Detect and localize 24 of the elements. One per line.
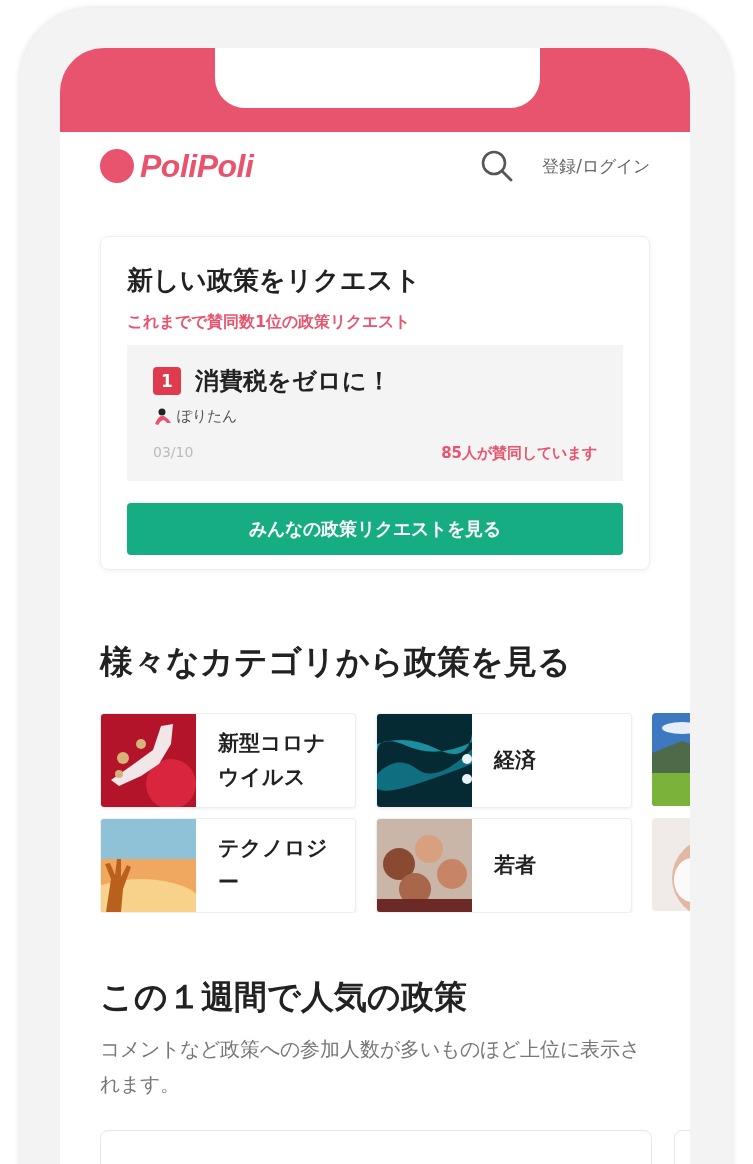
- category-label: 経済: [494, 746, 537, 774]
- category-label: テクノロジー: [218, 834, 329, 896]
- category-tile[interactable]: 若者: [376, 818, 632, 913]
- login-link[interactable]: 登録/ログイン: [542, 154, 650, 178]
- author-name: ぽりたん: [177, 407, 237, 426]
- logo[interactable]: PoliPoli: [140, 147, 254, 185]
- logo-dot-icon: [100, 149, 134, 183]
- section-title: この１週間で人気の政策: [100, 976, 468, 1018]
- category-label: 若者: [494, 851, 537, 879]
- category-tile[interactable]: テクノロジー: [100, 818, 356, 913]
- card-subtitle: これまでで賛同数1位の政策リクエスト: [127, 312, 412, 333]
- category-tile[interactable]: 新型コロナウイルス: [100, 713, 356, 808]
- user-avatar-icon: [153, 407, 173, 426]
- request-date: 03/10: [153, 444, 194, 462]
- section-description: コメントなど政策への参加人数が多いものほど上位に表示されます。: [100, 1036, 641, 1098]
- supporter-count: 85人が賛同しています: [441, 444, 597, 463]
- rank-badge: 1: [153, 367, 181, 395]
- top-request-panel[interactable]: 1 消費税をゼロに！ ぽりたん 03/10 85人が賛同しています: [127, 345, 623, 481]
- search-icon[interactable]: [480, 149, 515, 183]
- request-title: 消費税をゼロに！: [195, 366, 391, 397]
- category-tile[interactable]: 経済: [376, 713, 632, 808]
- category-label: 新型コロナウイルス: [218, 729, 327, 791]
- card-title: 新しい政策をリクエスト: [127, 264, 422, 297]
- section-title: 様々なカテゴリから政策を見る: [100, 641, 572, 683]
